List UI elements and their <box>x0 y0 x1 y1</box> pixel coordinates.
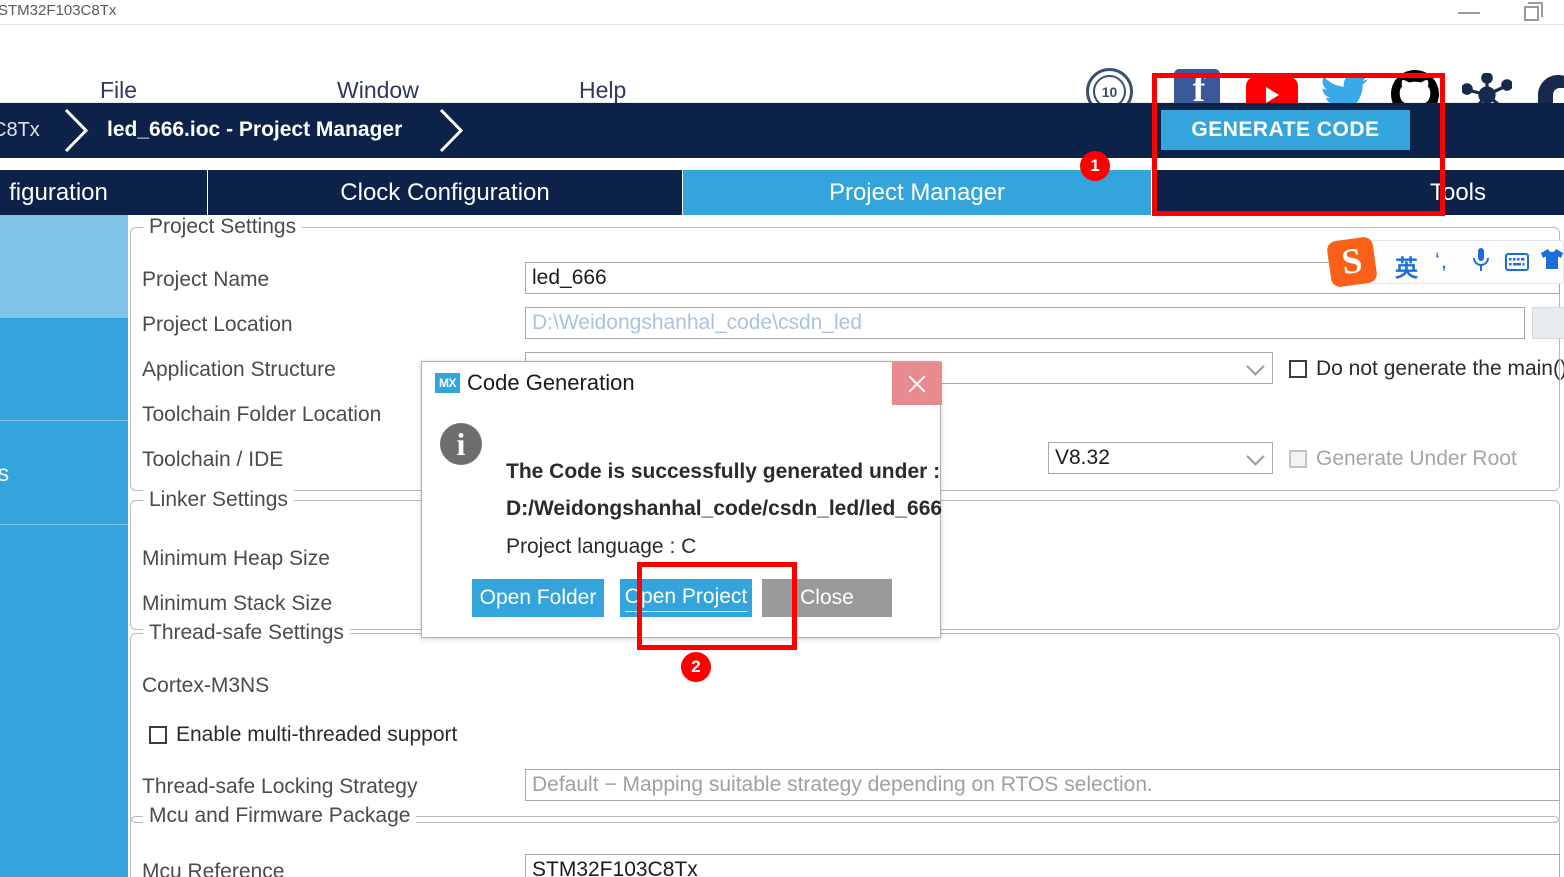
enable-multithreaded-support-checkbox[interactable]: Enable multi-threaded support <box>149 723 457 747</box>
breadcrumb-item-device[interactable]: C8Tx <box>0 119 40 142</box>
dialog-message-line-2: D:/Weidongshanhal_code/csdn_led/led_666 <box>506 497 943 520</box>
generate-under-root-label: Generate Under Root <box>1316 447 1517 470</box>
label-cortex-core: Cortex-M3NS <box>142 674 270 697</box>
info-icon: i <box>440 423 482 465</box>
tab-bar: figuration Clock Configuration Project M… <box>0 170 1564 215</box>
dialog-close-button[interactable] <box>892 362 942 405</box>
minimize-icon <box>1458 12 1480 14</box>
annotation-badge-2: 2 <box>681 652 711 682</box>
microphone-icon[interactable] <box>1471 247 1491 279</box>
generate-code-button[interactable]: GENERATE CODE <box>1161 110 1410 150</box>
group-legend-mcu-firmware: Mcu and Firmware Package <box>143 804 417 828</box>
open-project-label: Open Project <box>624 585 748 612</box>
tab-clock-configuration[interactable]: Clock Configuration <box>208 170 682 215</box>
label-project-location: Project Location <box>142 313 293 336</box>
label-project-name: Project Name <box>142 268 270 291</box>
open-project-button[interactable]: Open Project <box>620 579 752 617</box>
sidebar-item-advanced-settings[interactable]: ngs <box>0 422 128 525</box>
soft-keyboard-icon[interactable] <box>1505 251 1529 277</box>
title-bar: STM32F103C8Tx <box>0 0 1564 25</box>
skin-icon[interactable] <box>1540 248 1564 276</box>
sogou-ime-toolbar[interactable]: S 英 ‘, <box>1326 236 1564 288</box>
group-legend-thread-safe-settings: Thread-safe Settings <box>143 621 350 645</box>
dialog-title-bar: MX Code Generation <box>422 362 942 405</box>
group-legend-linker-settings: Linker Settings <box>143 488 294 512</box>
restore-icon <box>1524 6 1539 21</box>
checkbox-box-root <box>1289 450 1307 468</box>
label-application-structure: Application Structure <box>142 358 336 381</box>
project-location-input[interactable]: D:\Weidongshanhal_code\csdn_led <box>525 307 1525 339</box>
label-thread-safe-locking-strategy: Thread-safe Locking Strategy <box>142 775 418 798</box>
toolchain-version-select[interactable]: V8.32 <box>1048 442 1273 474</box>
sidebar-item-project[interactable] <box>0 215 128 318</box>
do-not-generate-main-label: Do not generate the main() <box>1316 357 1564 380</box>
thread-safe-locking-strategy-input[interactable]: Default − Mapping suitable strategy depe… <box>525 769 1560 801</box>
tab-tools[interactable]: Tools <box>1152 170 1564 215</box>
restore-button[interactable] <box>1512 0 1558 25</box>
do-not-generate-main-checkbox[interactable]: Do not generate the main() <box>1289 357 1564 381</box>
group-legend-project-settings: Project Settings <box>143 215 303 239</box>
breadcrumb-item-project[interactable]: led_666.ioc - Project Manager <box>107 118 402 142</box>
menu-item-window[interactable]: Window <box>337 77 419 104</box>
minimize-button[interactable] <box>1446 0 1492 25</box>
tab-pinout-configuration[interactable]: figuration <box>0 170 207 215</box>
label-minimum-stack-size: Minimum Stack Size <box>142 592 333 615</box>
project-manager-sidebar: or ngs <box>0 215 128 877</box>
label-mcu-reference: Mcu Reference <box>142 860 285 877</box>
ime-language-mode-button[interactable]: 英 <box>1395 249 1418 283</box>
dialog-message-line-1: The Code is successfully generated under… <box>506 460 941 483</box>
label-toolchain-ide: Toolchain / IDE <box>142 448 284 471</box>
mcu-reference-input[interactable]: STM32F103C8Tx <box>525 854 1560 877</box>
cubemx-logo-icon: MX <box>435 373 460 393</box>
chevron-down-icon <box>1246 357 1265 376</box>
breadcrumb-chevron-icon <box>63 107 91 154</box>
checkbox-box <box>1289 360 1307 378</box>
chevron-down-icon-version <box>1246 447 1265 466</box>
code-generation-dialog: MX Code Generation i The Code is success… <box>421 361 943 638</box>
dialog-title: Code Generation <box>467 370 635 395</box>
sidebar-item-code-generator[interactable]: or <box>0 318 128 421</box>
ime-punctuation-button[interactable]: ‘, <box>1435 248 1448 274</box>
browse-button[interactable]: Browse <box>1532 307 1564 339</box>
stm32cubemx-window: STM32F103C8Tx File Window Help 10 f 8Tx … <box>0 0 1564 877</box>
toolchain-version-value: V8.32 <box>1055 446 1110 469</box>
dialog-message-line-3: Project language : C <box>506 535 697 558</box>
breadcrumb-chevron-icon-2 <box>438 107 466 154</box>
tab-project-manager[interactable]: Project Manager <box>683 170 1151 215</box>
sogou-logo-icon[interactable]: S <box>1326 236 1378 288</box>
open-folder-button[interactable]: Open Folder <box>472 579 604 617</box>
dialog-close-action-button[interactable]: Close <box>762 579 892 617</box>
label-toolchain-folder-location: Toolchain Folder Location <box>142 403 382 426</box>
menu-item-help[interactable]: Help <box>579 77 626 104</box>
generate-under-root-checkbox[interactable]: Generate Under Root <box>1289 447 1517 471</box>
enable-multithreaded-support-label: Enable multi-threaded support <box>176 723 458 746</box>
window-title: STM32F103C8Tx <box>0 2 117 19</box>
menu-item-file[interactable]: File <box>100 77 137 104</box>
checkbox-box-multithread <box>149 726 167 744</box>
annotation-badge-1: 1 <box>1080 151 1110 181</box>
label-minimum-heap-size: Minimum Heap Size <box>142 547 330 570</box>
menu-bar: File Window Help 10 f <box>0 25 1564 117</box>
